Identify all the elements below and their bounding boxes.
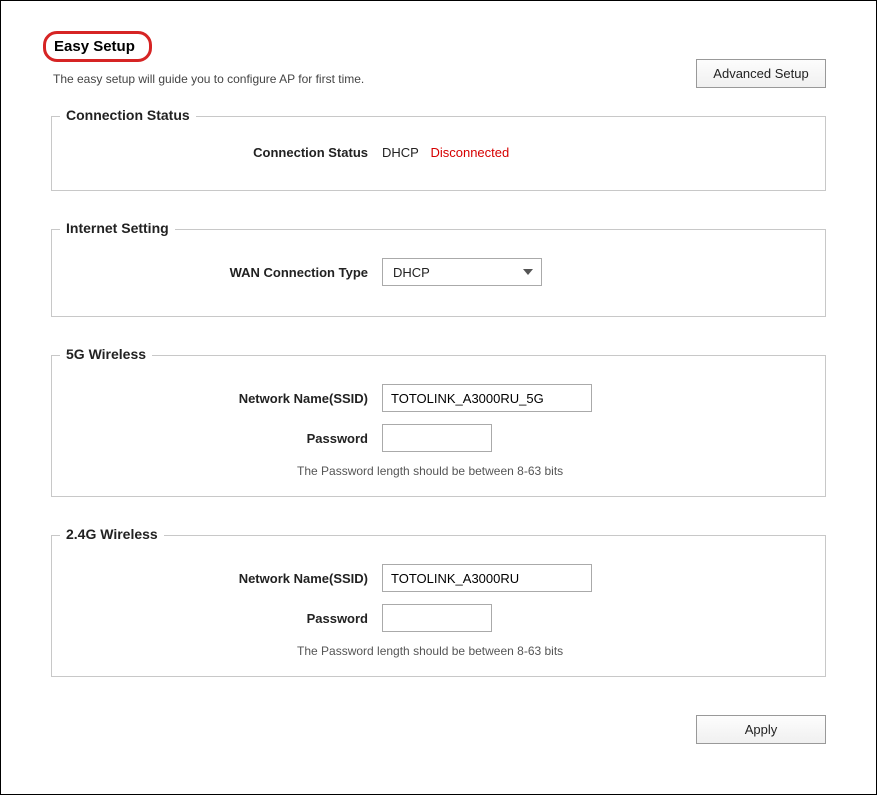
password-5g-hint: The Password length should be between 8-… [297, 464, 805, 478]
connection-status-value: DHCP Disconnected [382, 145, 805, 160]
wireless-5g-legend: 5G Wireless [60, 346, 152, 362]
footer-row: Apply [51, 715, 826, 744]
page-title: Easy Setup [54, 38, 135, 55]
ssid-5g-input[interactable] [382, 384, 592, 412]
password-5g-input[interactable] [382, 424, 492, 452]
ssid-5g-cell [382, 384, 805, 412]
internet-setting-section: Internet Setting WAN Connection Type DHC… [51, 229, 826, 317]
ssid-24g-label: Network Name(SSID) [72, 571, 382, 586]
apply-button[interactable]: Apply [696, 715, 826, 744]
wan-type-select[interactable]: DHCP [382, 258, 542, 286]
password-24g-input[interactable] [382, 604, 492, 632]
connection-status-row: Connection Status DHCP Disconnected [72, 145, 805, 160]
connection-state-text: Disconnected [430, 145, 509, 160]
password-24g-row: Password [72, 604, 805, 632]
password-5g-row: Password [72, 424, 805, 452]
wan-type-selected-text: DHCP [393, 265, 430, 280]
wireless-24g-legend: 2.4G Wireless [60, 526, 164, 542]
wan-type-row: WAN Connection Type DHCP [72, 258, 805, 286]
password-24g-hint: The Password length should be between 8-… [297, 644, 805, 658]
internet-setting-legend: Internet Setting [60, 220, 175, 236]
ssid-24g-row: Network Name(SSID) [72, 564, 805, 592]
password-24g-cell [382, 604, 805, 632]
ssid-24g-cell [382, 564, 805, 592]
password-24g-label: Password [72, 611, 382, 626]
ssid-24g-input[interactable] [382, 564, 592, 592]
connection-status-legend: Connection Status [60, 107, 196, 123]
title-highlight: Easy Setup [43, 31, 152, 62]
connection-status-label: Connection Status [72, 145, 382, 160]
wan-type-value-cell: DHCP [382, 258, 805, 286]
easy-setup-page: Easy Setup The easy setup will guide you… [0, 0, 877, 795]
wan-type-label: WAN Connection Type [72, 265, 382, 280]
advanced-setup-button[interactable]: Advanced Setup [696, 59, 826, 88]
page-subtitle: The easy setup will guide you to configu… [53, 72, 696, 86]
ssid-5g-row: Network Name(SSID) [72, 384, 805, 412]
connection-status-section: Connection Status Connection Status DHCP… [51, 116, 826, 191]
connection-mode-text: DHCP [382, 145, 419, 160]
header-row: Easy Setup The easy setup will guide you… [51, 31, 826, 88]
chevron-down-icon [523, 269, 533, 275]
wireless-24g-section: 2.4G Wireless Network Name(SSID) Passwor… [51, 535, 826, 677]
password-5g-label: Password [72, 431, 382, 446]
ssid-5g-label: Network Name(SSID) [72, 391, 382, 406]
header-left: Easy Setup The easy setup will guide you… [51, 31, 696, 86]
wireless-5g-section: 5G Wireless Network Name(SSID) Password … [51, 355, 826, 497]
password-5g-cell [382, 424, 805, 452]
